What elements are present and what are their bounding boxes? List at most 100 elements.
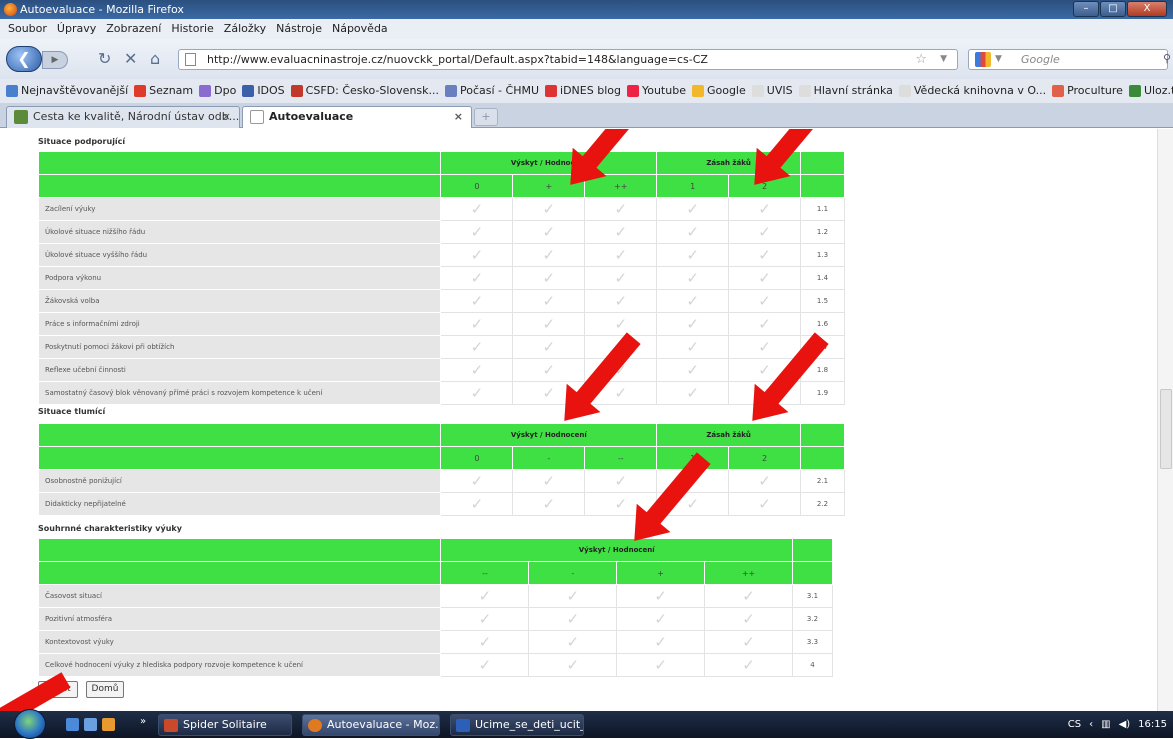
bookmark-item[interactable]: Google <box>691 79 746 103</box>
check-cell[interactable]: ✓ <box>440 312 514 336</box>
show-desktop-icon[interactable] <box>66 718 79 731</box>
menu-soubor[interactable]: Soubor <box>8 19 47 39</box>
check-cell[interactable]: ✓ <box>440 630 530 654</box>
new-tab-button[interactable]: + <box>474 108 498 126</box>
taskbar-autoevaluace[interactable]: Autoevaluace - Moz... <box>302 714 440 736</box>
quicklaunch-icon[interactable] <box>84 718 97 731</box>
menu-nastroje[interactable]: Nástroje <box>276 19 322 39</box>
check-cell[interactable]: ✓ <box>440 607 530 631</box>
check-cell[interactable]: ✓ <box>584 312 658 336</box>
check-cell[interactable]: ✓ <box>616 653 706 677</box>
volume-icon[interactable]: ◀) <box>1119 711 1131 738</box>
reload-icon[interactable]: ↻ <box>98 49 111 68</box>
check-cell[interactable]: ✓ <box>656 266 730 290</box>
check-cell[interactable]: ✓ <box>512 335 586 359</box>
more-icon[interactable]: » <box>140 716 146 727</box>
check-cell[interactable]: ✓ <box>440 289 514 313</box>
check-cell[interactable]: ✓ <box>440 197 514 221</box>
check-cell[interactable]: ✓ <box>584 197 658 221</box>
check-cell[interactable]: ✓ <box>512 243 586 267</box>
search-engine-dropdown-icon[interactable]: ▼ <box>995 50 1002 69</box>
check-cell[interactable]: ✓ <box>528 584 618 608</box>
check-cell[interactable]: ✓ <box>616 630 706 654</box>
check-cell[interactable]: ✓ <box>440 220 514 244</box>
home-button[interactable]: Domů <box>86 681 124 698</box>
check-cell[interactable]: ✓ <box>728 312 801 336</box>
close-tab-icon[interactable]: × <box>454 107 463 127</box>
check-cell[interactable]: ✓ <box>728 220 801 244</box>
search-icon[interactable]: ⚲ <box>1163 49 1171 68</box>
check-cell[interactable]: ✓ <box>512 312 586 336</box>
maximize-button[interactable]: □ <box>1100 1 1126 17</box>
back-button[interactable]: ❮ <box>6 46 42 72</box>
check-cell[interactable]: ✓ <box>440 358 514 382</box>
check-cell[interactable]: ✓ <box>728 243 801 267</box>
check-cell[interactable]: ✓ <box>728 197 801 221</box>
home-icon[interactable]: ⌂ <box>150 49 160 68</box>
check-cell[interactable]: ✓ <box>584 289 658 313</box>
bookmark-item[interactable]: Dpo <box>199 79 236 103</box>
check-cell[interactable]: ✓ <box>440 335 514 359</box>
search-box[interactable]: ▼ Google ⚲ <box>968 49 1171 70</box>
check-cell[interactable]: ✓ <box>512 197 586 221</box>
url-bar[interactable]: http://www.evaluacninastroje.cz/nuovckk_… <box>178 49 958 70</box>
minimize-button[interactable]: – <box>1073 1 1099 17</box>
tray-chevron-icon[interactable]: ‹ <box>1089 711 1093 738</box>
check-cell[interactable]: ✓ <box>728 335 801 359</box>
tab-cesta-ke-kvalite[interactable]: Cesta ke kvalitě, Národní ústav odb... × <box>6 106 240 128</box>
bookmark-item[interactable]: IDOS <box>242 79 285 103</box>
check-cell[interactable]: ✓ <box>704 630 793 654</box>
check-cell[interactable]: ✓ <box>440 266 514 290</box>
bookmark-item[interactable]: Počasí - ČHMU <box>445 79 539 103</box>
check-cell[interactable]: ✓ <box>512 266 586 290</box>
tab-autoevaluace[interactable]: Autoevaluace × <box>242 106 472 128</box>
stop-icon[interactable]: ✕ <box>124 49 137 68</box>
check-cell[interactable]: ✓ <box>512 469 586 493</box>
bookmark-item[interactable]: Uloz.to! <box>1128 79 1173 103</box>
check-cell[interactable]: ✓ <box>512 358 586 382</box>
check-cell[interactable]: ✓ <box>440 492 514 516</box>
taskbar-spider-solitaire[interactable]: Spider Solitaire <box>158 714 292 736</box>
check-cell[interactable]: ✓ <box>656 220 730 244</box>
menu-napoveda[interactable]: Nápověda <box>332 19 388 39</box>
check-cell[interactable]: ✓ <box>704 653 793 677</box>
taskbar-word-document[interactable]: Ucime_se_deti_ucit_... <box>450 714 584 736</box>
bookmark-item[interactable]: Vědecká knihovna v O... <box>898 79 1046 103</box>
close-button[interactable]: X <box>1127 1 1167 17</box>
check-cell[interactable]: ✓ <box>616 607 706 631</box>
media-player-icon[interactable] <box>102 718 115 731</box>
menu-upravy[interactable]: Úpravy <box>57 19 96 39</box>
menu-historie[interactable]: Historie <box>171 19 213 39</box>
bookmark-item[interactable]: Nejnavštěvovanější <box>6 79 128 103</box>
start-button[interactable] <box>14 709 46 739</box>
check-cell[interactable]: ✓ <box>440 584 530 608</box>
check-cell[interactable]: ✓ <box>728 289 801 313</box>
scrollbar-thumb[interactable] <box>1160 389 1172 469</box>
check-cell[interactable]: ✓ <box>512 220 586 244</box>
check-cell[interactable]: ✓ <box>528 607 618 631</box>
check-cell[interactable]: ✓ <box>728 492 801 516</box>
check-cell[interactable]: ✓ <box>656 289 730 313</box>
check-cell[interactable]: ✓ <box>512 492 586 516</box>
check-cell[interactable]: ✓ <box>440 243 514 267</box>
check-cell[interactable]: ✓ <box>656 243 730 267</box>
network-icon[interactable]: ▥ <box>1101 711 1110 738</box>
vertical-scrollbar[interactable] <box>1157 129 1173 711</box>
bookmark-item[interactable]: Proculture <box>1052 79 1123 103</box>
bookmark-item[interactable]: iDNES blog <box>545 79 621 103</box>
language-indicator[interactable]: CS <box>1068 711 1081 738</box>
check-cell[interactable]: ✓ <box>656 335 730 359</box>
bookmark-item[interactable]: Seznam <box>134 79 193 103</box>
bookmark-item[interactable]: UVIS <box>751 79 793 103</box>
url-dropdown-icon[interactable]: ▼ <box>940 50 947 69</box>
bookmark-item[interactable]: CSFD: Česko-Slovensk... <box>290 79 439 103</box>
check-cell[interactable]: ✓ <box>528 630 618 654</box>
check-cell[interactable]: ✓ <box>584 243 658 267</box>
bookmark-item[interactable]: Youtube <box>626 79 686 103</box>
check-cell[interactable]: ✓ <box>440 469 514 493</box>
menu-zalozky[interactable]: Záložky <box>224 19 266 39</box>
bookmark-item[interactable]: Hlavní stránka <box>798 79 893 103</box>
check-cell[interactable]: ✓ <box>656 358 730 382</box>
check-cell[interactable]: ✓ <box>584 220 658 244</box>
check-cell[interactable]: ✓ <box>528 653 618 677</box>
